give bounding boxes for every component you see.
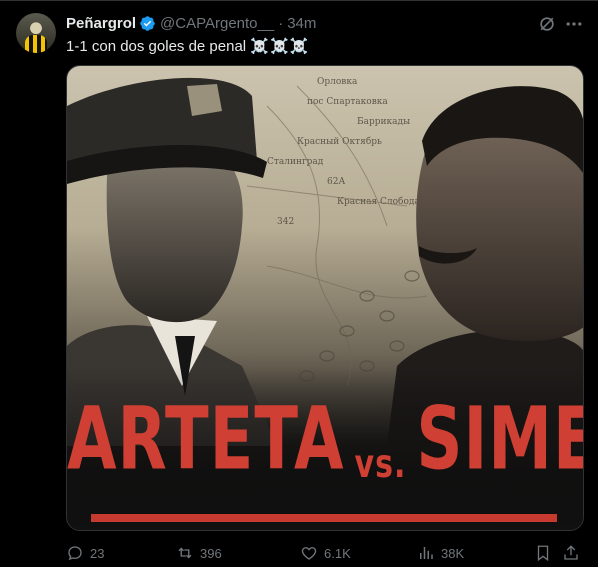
- title-left: ARTETA: [67, 390, 345, 490]
- views-button[interactable]: 38K: [417, 541, 464, 565]
- repost-button[interactable]: 396: [176, 541, 222, 565]
- share-button[interactable]: [562, 541, 580, 565]
- tweet-header: Peñargrol @CAPArgento__ · 34m: [66, 13, 316, 33]
- reply-icon: [68, 546, 82, 561]
- tweet-article[interactable]: Peñargrol @CAPArgento__ · 34m 1-1 con do…: [0, 0, 598, 567]
- poster-title: ARTETAvs.SIMEONE: [67, 390, 583, 490]
- like-button[interactable]: 6.1K: [300, 541, 351, 565]
- reply-button[interactable]: 23: [66, 541, 104, 565]
- display-name[interactable]: Peñargrol: [66, 15, 136, 32]
- tweet-text: 1-1 con dos goles de penal ☠️☠️☠️: [66, 37, 309, 57]
- views-count: 38K: [441, 545, 465, 561]
- tweet-image[interactable]: Орловка пос Спартаковка Баррикады Красны…: [66, 65, 584, 531]
- views-icon: [420, 547, 433, 559]
- title-right: SIMEONE: [416, 390, 583, 490]
- verified-badge-icon: [139, 15, 156, 32]
- heart-icon: [301, 547, 317, 560]
- avatar-shirt: [25, 35, 47, 53]
- handle[interactable]: @CAPArgento__: [160, 15, 274, 32]
- action-bar: 23 396 6.1K 38K: [66, 541, 584, 565]
- repost-count: 396: [200, 545, 222, 561]
- tweet-text-body: 1-1 con dos goles de penal: [66, 38, 247, 55]
- separator-dot: ·: [278, 14, 284, 32]
- bookmark-button[interactable]: [534, 541, 552, 565]
- more-options-icon[interactable]: [564, 14, 584, 34]
- bookmark-icon: [537, 545, 549, 562]
- title-vs: vs.: [354, 441, 407, 488]
- like-count: 6.1K: [324, 545, 351, 561]
- reply-count: 23: [90, 545, 105, 561]
- repost-icon: [178, 547, 192, 559]
- share-icon: [564, 545, 578, 560]
- timestamp[interactable]: 34m: [287, 15, 316, 32]
- skull-emoji: ☠️☠️☠️: [250, 38, 310, 55]
- title-underline: [91, 514, 557, 522]
- grok-icon[interactable]: [537, 14, 557, 34]
- avatar[interactable]: [16, 13, 56, 53]
